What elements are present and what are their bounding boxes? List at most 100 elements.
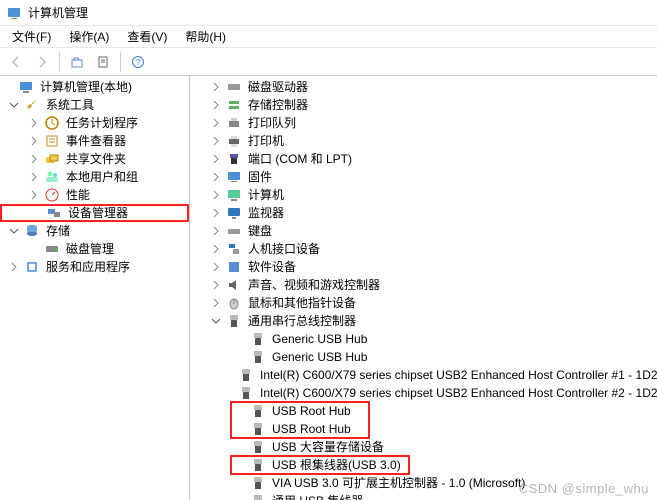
expander-icon[interactable]: [8, 99, 20, 111]
disk-mgmt-node[interactable]: 磁盘管理: [0, 240, 189, 258]
properties-button[interactable]: [91, 51, 115, 73]
usb-child-label: USB 大容量存储设备: [270, 438, 386, 456]
clock-icon: [44, 115, 60, 131]
help-button[interactable]: ?: [126, 51, 150, 73]
left-item-4[interactable]: 性能: [0, 186, 189, 204]
usb-child-label: Generic USB Hub: [270, 348, 369, 366]
usb-icon: [250, 439, 266, 455]
device-category-3[interactable]: 打印机: [190, 132, 657, 150]
expander-icon[interactable]: [210, 261, 222, 273]
expander-icon[interactable]: [210, 117, 222, 129]
usb-icon: [250, 349, 266, 365]
device-category-4[interactable]: 端口 (COM 和 LPT): [190, 150, 657, 168]
usb-child-label: VIA USB 3.0 可扩展主机控制器 - 1.0 (Microsoft): [270, 474, 527, 492]
perf-icon: [44, 187, 60, 203]
svg-text:?: ?: [136, 58, 141, 67]
device-category-label: 计算机: [246, 186, 286, 204]
storage-node[interactable]: 存储: [0, 222, 189, 240]
usb-child-1[interactable]: Generic USB Hub: [190, 348, 657, 366]
device-category-10[interactable]: 软件设备: [190, 258, 657, 276]
window-title: 计算机管理: [28, 4, 88, 21]
back-button[interactable]: [4, 51, 28, 73]
expander-icon[interactable]: [28, 171, 40, 183]
menu-help[interactable]: 帮助(H): [177, 26, 234, 47]
software-icon: [226, 259, 242, 275]
usb-child-label: USB Root Hub: [270, 420, 353, 438]
device-category-9[interactable]: 人机接口设备: [190, 240, 657, 258]
expander-icon[interactable]: [210, 99, 222, 111]
usb-child-label: USB 根集线器(USB 3.0): [270, 456, 403, 474]
expander-icon[interactable]: [210, 243, 222, 255]
device-category-0[interactable]: 磁盘驱动器: [190, 78, 657, 96]
expander-icon[interactable]: [28, 153, 40, 165]
expander-icon[interactable]: [28, 135, 40, 147]
usb-child-label: 通用 USB 集线器: [270, 492, 365, 500]
expander-icon[interactable]: [8, 261, 20, 273]
usb-child-8[interactable]: VIA USB 3.0 可扩展主机控制器 - 1.0 (Microsoft): [190, 474, 657, 492]
menu-file[interactable]: 文件(F): [4, 26, 59, 47]
device-category-label: 磁盘驱动器: [246, 78, 310, 96]
usb-child-2[interactable]: Intel(R) C600/X79 series chipset USB2 En…: [190, 366, 657, 384]
expander-icon[interactable]: [210, 207, 222, 219]
left-item-1[interactable]: 事件查看器: [0, 132, 189, 150]
left-item-5[interactable]: 设备管理器: [0, 204, 189, 222]
expander-icon[interactable]: [210, 315, 222, 327]
usb-child-label: Generic USB Hub: [270, 330, 369, 348]
app-icon: [6, 5, 22, 21]
usb-icon: [250, 457, 266, 473]
firmware-icon: [226, 169, 242, 185]
forward-button[interactable]: [30, 51, 54, 73]
system-tools-node[interactable]: 系统工具: [0, 96, 189, 114]
usb-child-5[interactable]: USB Root Hub: [190, 420, 657, 438]
usb-child-7[interactable]: USB 根集线器(USB 3.0): [190, 456, 657, 474]
device-category-12[interactable]: 鼠标和其他指针设备: [190, 294, 657, 312]
expander-icon[interactable]: [210, 135, 222, 147]
usb-controllers-node[interactable]: 通用串行总线控制器: [190, 312, 657, 330]
disk-icon: [226, 79, 242, 95]
left-item-3[interactable]: 本地用户和组: [0, 168, 189, 186]
device-category-5[interactable]: 固件: [190, 168, 657, 186]
usb-child-9[interactable]: 通用 USB 集线器: [190, 492, 657, 500]
disk-mgmt-label: 磁盘管理: [64, 240, 116, 258]
left-item-label: 本地用户和组: [64, 168, 140, 186]
usb-child-4[interactable]: USB Root Hub: [190, 402, 657, 420]
device-category-1[interactable]: 存储控制器: [190, 96, 657, 114]
device-category-8[interactable]: 键盘: [190, 222, 657, 240]
up-level-button[interactable]: [65, 51, 89, 73]
device-category-label: 鼠标和其他指针设备: [246, 294, 358, 312]
device-category-11[interactable]: 声音、视频和游戏控制器: [190, 276, 657, 294]
device-category-label: 固件: [246, 168, 274, 186]
services-node[interactable]: 服务和应用程序: [0, 258, 189, 276]
expander-icon[interactable]: [210, 297, 222, 309]
device-category-2[interactable]: 打印队列: [190, 114, 657, 132]
expander-icon[interactable]: [210, 279, 222, 291]
expander-icon[interactable]: [210, 225, 222, 237]
device-category-6[interactable]: 计算机: [190, 186, 657, 204]
expander-icon[interactable]: [28, 117, 40, 129]
expander-icon[interactable]: [210, 153, 222, 165]
storage-label: 存储: [44, 222, 72, 240]
share-icon: [44, 151, 60, 167]
root-label: 计算机管理(本地): [38, 78, 134, 96]
storage-icon: [24, 223, 40, 239]
usb-child-6[interactable]: USB 大容量存储设备: [190, 438, 657, 456]
usb-icon: [250, 493, 266, 500]
usb-icon: [238, 367, 254, 383]
menu-action[interactable]: 操作(A): [61, 26, 117, 47]
left-item-2[interactable]: 共享文件夹: [0, 150, 189, 168]
monitor-icon: [226, 205, 242, 221]
left-item-0[interactable]: 任务计划程序: [0, 114, 189, 132]
menu-view[interactable]: 查看(V): [119, 26, 175, 47]
expander-icon[interactable]: [210, 81, 222, 93]
wrench-icon: [24, 97, 40, 113]
expander-icon[interactable]: [210, 189, 222, 201]
device-category-7[interactable]: 监视器: [190, 204, 657, 222]
expander-icon[interactable]: [210, 171, 222, 183]
expander-icon[interactable]: [28, 189, 40, 201]
usb-child-3[interactable]: Intel(R) C600/X79 series chipset USB2 En…: [190, 384, 657, 402]
usb-icon: [250, 403, 266, 419]
expander-icon[interactable]: [8, 225, 20, 237]
usb-child-label: USB Root Hub: [270, 402, 353, 420]
root-node[interactable]: 计算机管理(本地): [0, 78, 189, 96]
usb-child-0[interactable]: Generic USB Hub: [190, 330, 657, 348]
